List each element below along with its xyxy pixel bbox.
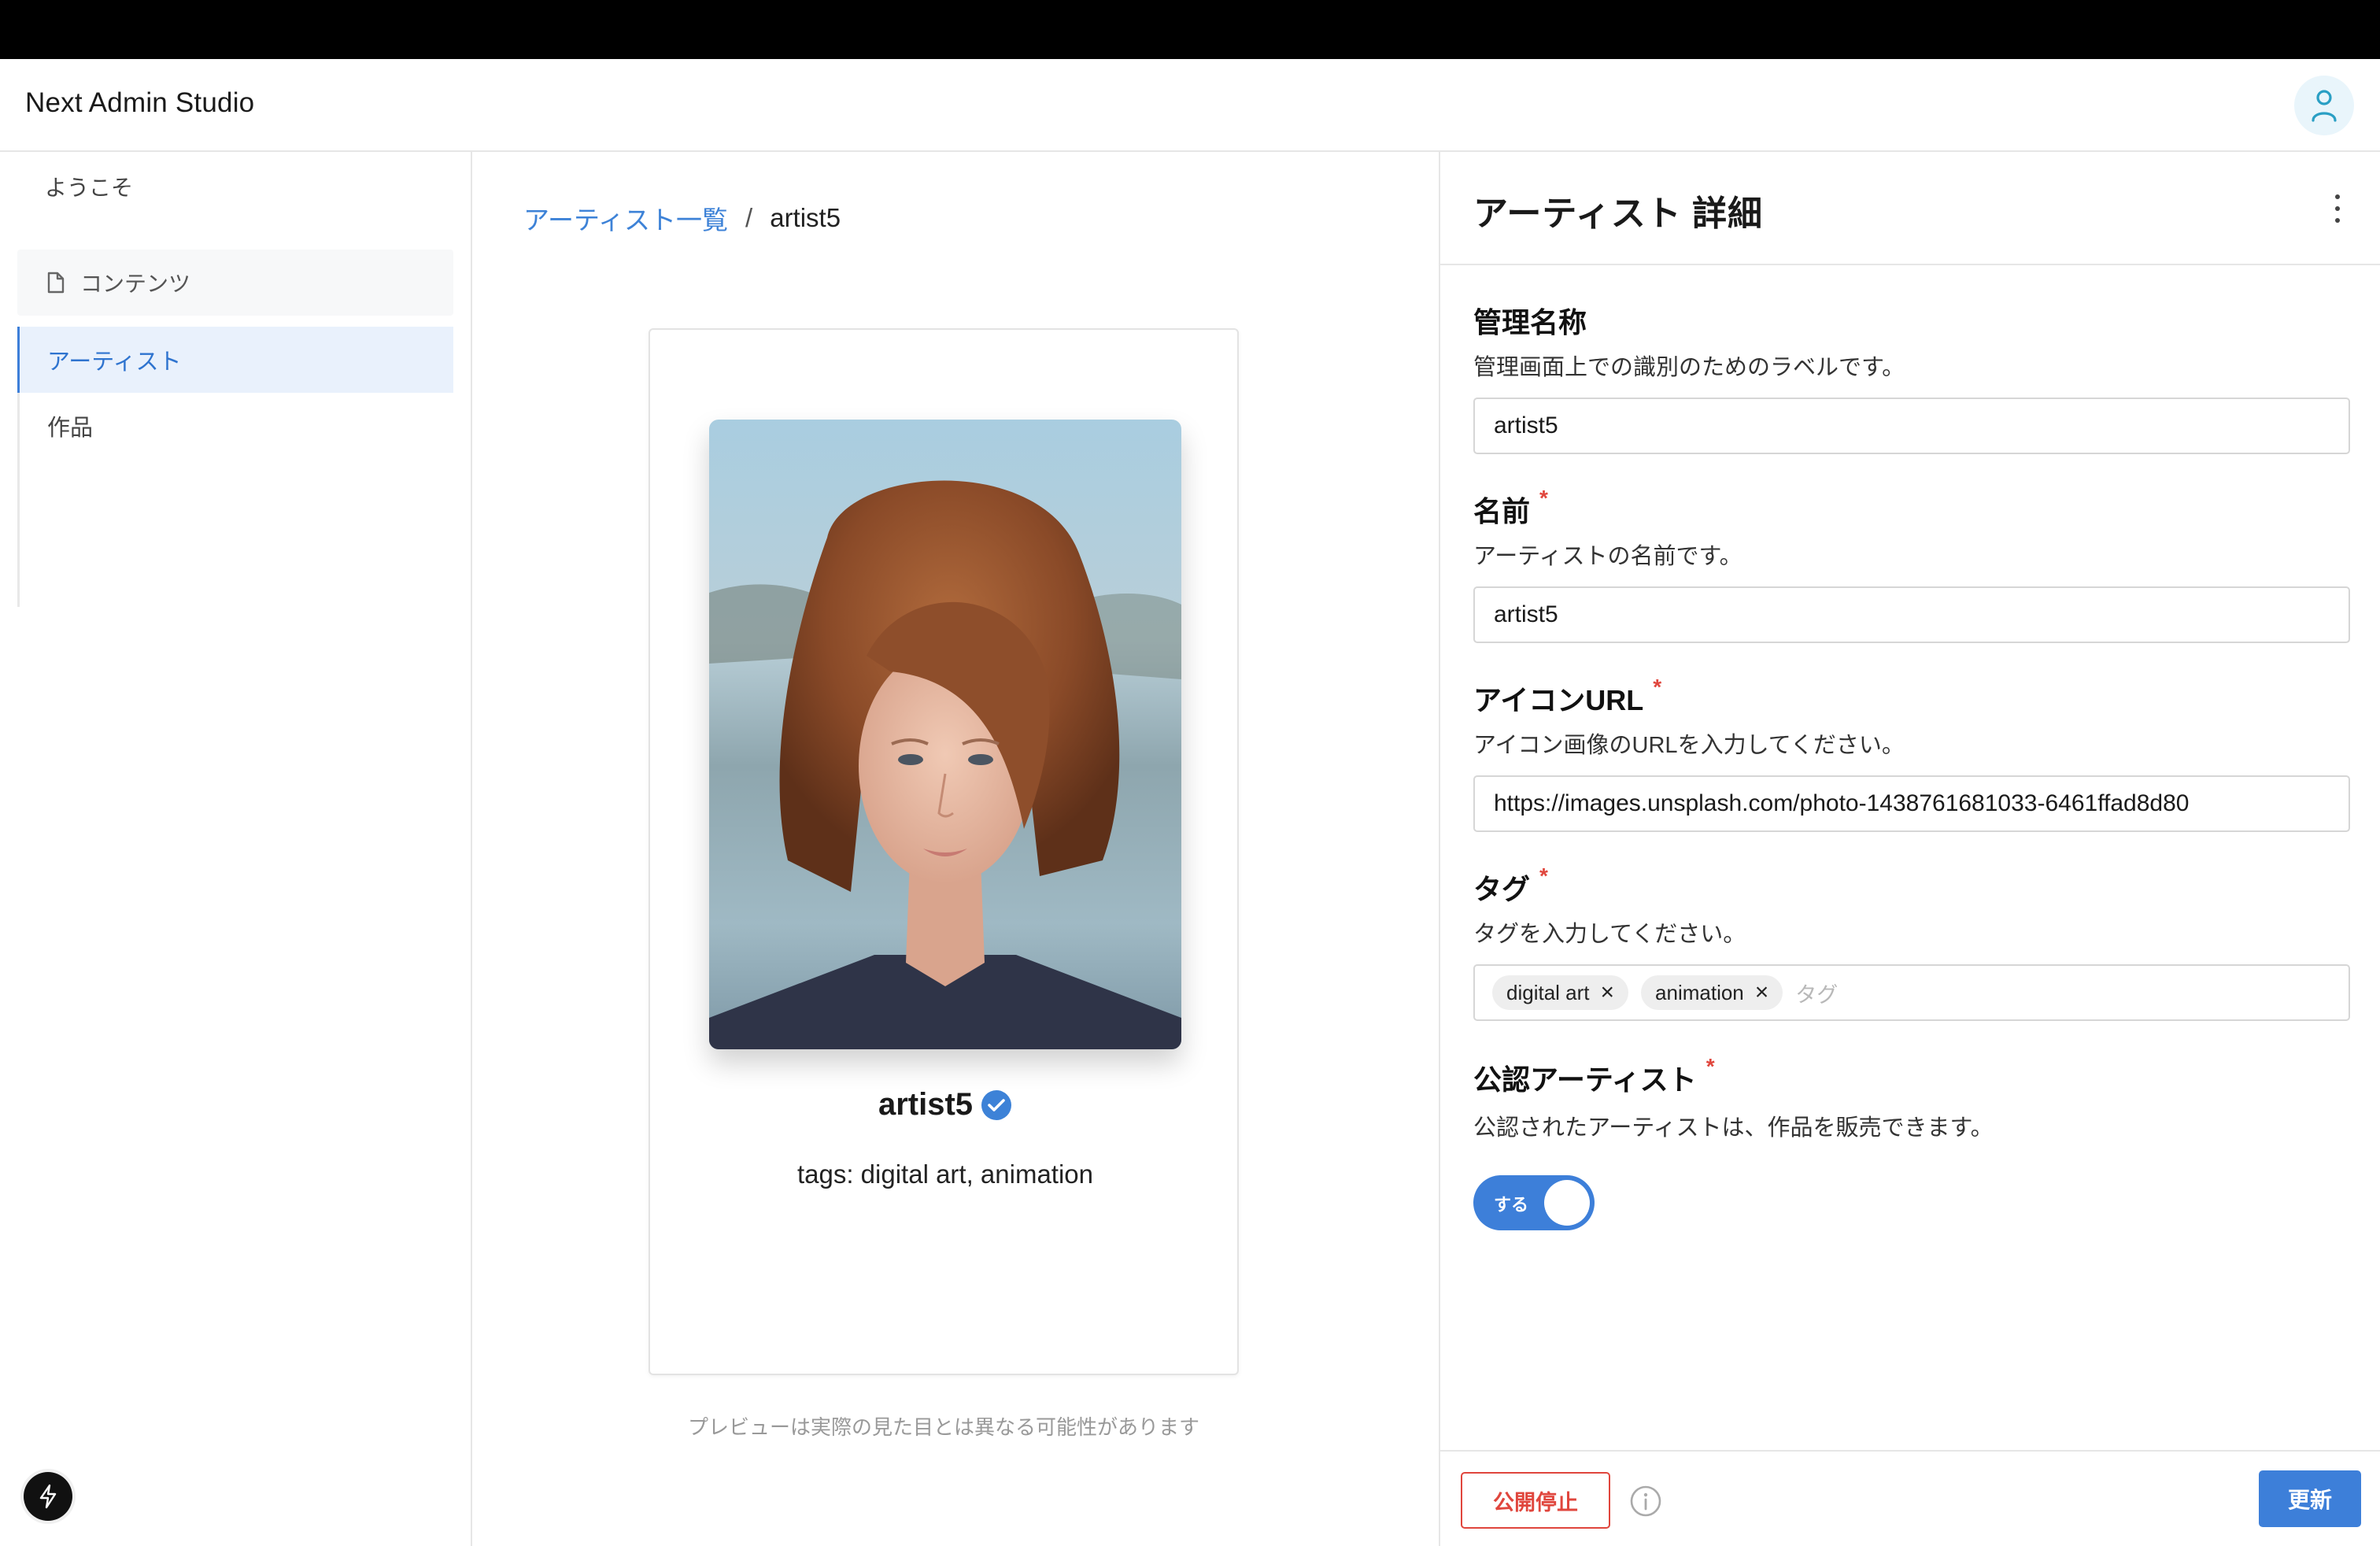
tags-input[interactable]: digital art × animation × タグ <box>1473 964 2350 1021</box>
name-label: 名前 * <box>1473 486 1548 527</box>
name-input[interactable]: artist5 <box>1473 586 2350 643</box>
toggle-label: する <box>1494 1195 1529 1215</box>
remove-tag-icon[interactable]: × <box>1755 981 1769 1004</box>
tags-placeholder[interactable]: タグ <box>1795 978 1838 1008</box>
drawer-footer: 公開停止 更新 <box>1440 1450 2380 1546</box>
portrait-image <box>709 420 1181 1049</box>
artist-name-row: artist5 <box>650 1087 1240 1123</box>
verified-badge-icon <box>981 1089 1012 1120</box>
app-title[interactable]: Next Admin Studio <box>25 87 254 119</box>
tag-chip: digital art × <box>1492 975 1629 1010</box>
tags-label: タグ * <box>1473 864 1548 905</box>
update-button[interactable]: 更新 <box>2259 1470 2361 1527</box>
user-avatar-button[interactable] <box>2294 76 2354 135</box>
unpublish-button[interactable]: 公開停止 <box>1461 1472 1610 1529</box>
admin-name-description: 管理画面上での識別のためのラベルです。 <box>1473 355 1905 380</box>
tag-chip-label: animation <box>1655 980 1744 1004</box>
welcome-link[interactable]: ようこそ <box>45 171 133 202</box>
breadcrumb-current: artist5 <box>770 203 841 232</box>
icon-url-label: アイコンURL * <box>1473 675 1662 716</box>
remove-tag-icon[interactable]: × <box>1601 981 1615 1004</box>
verified-toggle[interactable]: する <box>1473 1175 1595 1230</box>
required-mark: * <box>1539 486 1548 510</box>
window-top-bar <box>0 0 2380 59</box>
preview-note: プレビューは実際の見た目とは異なる可能性があります <box>687 1415 1199 1439</box>
sidebar-item-artists[interactable]: アーティスト <box>17 327 453 393</box>
user-icon <box>2312 90 2337 122</box>
admin-name-input[interactable]: artist5 <box>1473 398 2350 454</box>
lightning-icon <box>39 1484 57 1509</box>
breadcrumb: アーティスト一覧 / artist5 <box>523 199 841 237</box>
required-mark: * <box>1539 864 1548 888</box>
verified-description: 公認されたアーティストは、作品を販売できます。 <box>1473 1115 1994 1141</box>
sidebar-group-contents[interactable]: コンテンツ <box>17 250 453 316</box>
artist-tags-line: tags: digital art, animation <box>796 1160 1094 1189</box>
verified-label: 公認アーティスト * <box>1473 1054 1715 1096</box>
tag-chip: animation × <box>1641 975 1783 1010</box>
artist-photo <box>709 420 1181 1049</box>
breadcrumb-separator: / <box>745 203 753 232</box>
sidebar-group-label: コンテンツ <box>80 272 191 296</box>
app-header: Next Admin Studio <box>0 59 2380 152</box>
required-mark: * <box>1653 675 1662 699</box>
name-description: アーティストの名前です。 <box>1473 544 1743 569</box>
toggle-knob <box>1544 1180 1590 1226</box>
tag-chip-label: digital art <box>1506 980 1590 1004</box>
more-menu-icon[interactable] <box>2333 194 2342 223</box>
sidebar-item-works[interactable]: 作品 <box>17 393 453 459</box>
breadcrumb-link-artist-list[interactable]: アーティスト一覧 <box>523 199 728 237</box>
tags-description: タグを入力してください。 <box>1473 922 1746 947</box>
devtools-button[interactable] <box>24 1472 72 1521</box>
admin-name-label: 管理名称 <box>1473 306 1587 338</box>
drawer-title: アーティスト 詳細 <box>1473 194 1763 233</box>
icon-url-input[interactable]: https://images.unsplash.com/photo-143876… <box>1473 775 2350 832</box>
main-preview-area: アーティスト一覧 / artist5 artist5 tags: digital… <box>474 152 1439 1546</box>
detail-drawer: アーティスト 詳細 管理名称 管理画面上での識別のためのラベルです。 artis… <box>1439 152 2380 1546</box>
info-icon[interactable] <box>1629 1485 1662 1518</box>
required-mark: * <box>1706 1054 1715 1078</box>
drawer-header: アーティスト 詳細 <box>1440 152 2380 265</box>
icon-url-description: アイコン画像のURLを入力してください。 <box>1473 733 1905 758</box>
document-icon <box>47 272 65 294</box>
sidebar: ようこそ コンテンツ アーティスト 作品 <box>0 152 472 1546</box>
artist-preview-card: artist5 tags: digital art, animation <box>649 328 1239 1375</box>
artist-name: artist5 <box>878 1087 974 1122</box>
